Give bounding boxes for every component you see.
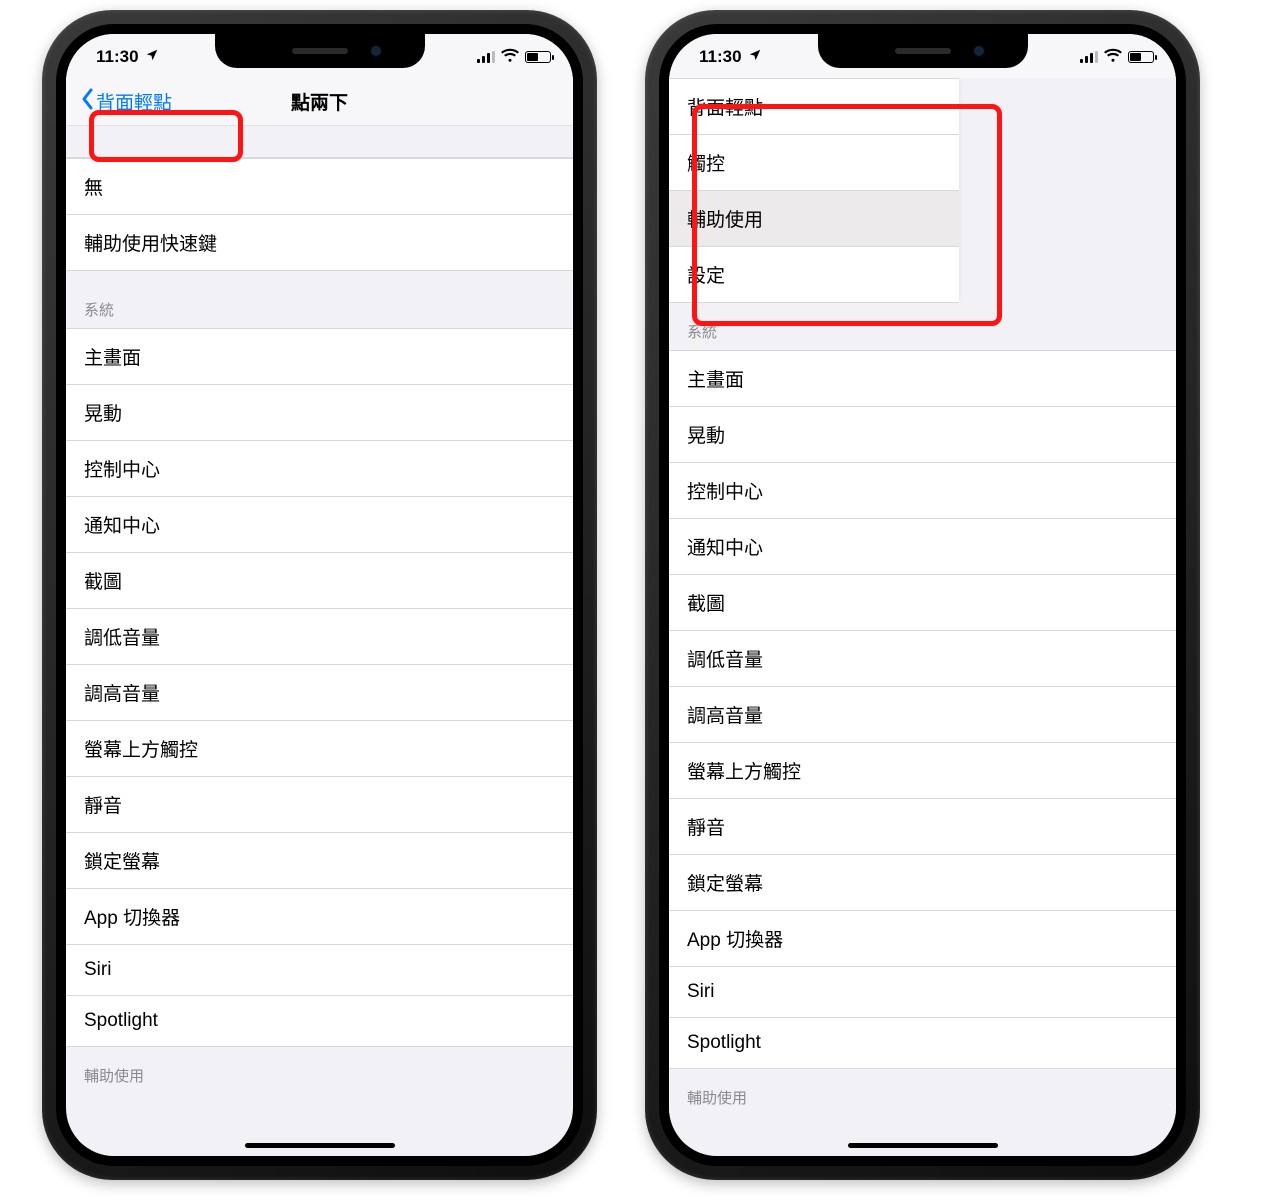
options-group-accessibility: 輔助使用 <box>669 1069 1176 1116</box>
wifi-icon <box>1104 47 1122 67</box>
list-item[interactable]: Siri <box>669 967 1176 1018</box>
list-item[interactable]: App 切換器 <box>66 889 573 945</box>
battery-icon <box>1128 51 1154 63</box>
list-item[interactable]: 靜音 <box>669 799 1176 855</box>
list-item[interactable]: 鎖定螢幕 <box>66 833 573 889</box>
group-header-system: 系統 <box>669 303 1176 350</box>
group-header-accessibility: 輔助使用 <box>669 1069 1176 1116</box>
notch <box>818 34 1028 68</box>
settings-content: 無輔助使用快速鍵 系統 主畫面晃動控制中心通知中心截圖調低音量調高音量螢幕上方觸… <box>66 126 573 1156</box>
phone-screen: 11:30 <box>66 34 573 1156</box>
notch <box>215 34 425 68</box>
nav-bar: 背面輕點 點兩下 <box>66 78 573 126</box>
chevron-left-icon <box>80 88 94 116</box>
speaker-grille <box>895 48 951 54</box>
list-item[interactable]: 背面輕點 <box>669 78 959 135</box>
list-item[interactable]: Spotlight <box>669 1018 1176 1069</box>
list-item[interactable]: 輔助使用 <box>669 191 959 247</box>
battery-icon <box>525 51 551 63</box>
cellular-signal-icon <box>1080 51 1098 63</box>
list-item[interactable]: 調高音量 <box>669 687 1176 743</box>
list-item[interactable]: 調低音量 <box>66 609 573 665</box>
phone-screen: 11:30 <box>669 34 1176 1156</box>
spacer <box>66 126 573 158</box>
speaker-grille <box>292 48 348 54</box>
list-item[interactable]: App 切換器 <box>669 911 1176 967</box>
list-item[interactable]: 控制中心 <box>66 441 573 497</box>
list-item[interactable]: 調低音量 <box>669 631 1176 687</box>
list-item[interactable]: 晃動 <box>669 407 1176 463</box>
home-indicator[interactable] <box>245 1143 395 1148</box>
list-item[interactable]: 通知中心 <box>669 519 1176 575</box>
list-item[interactable]: 鎖定螢幕 <box>669 855 1176 911</box>
phone-frame-left: 11:30 <box>42 10 597 1180</box>
list-item[interactable]: 螢幕上方觸控 <box>669 743 1176 799</box>
list-item[interactable]: 觸控 <box>669 135 959 191</box>
front-camera <box>974 46 984 56</box>
options-group-system: 系統 主畫面晃動控制中心通知中心截圖調低音量調高音量螢幕上方觸控靜音鎖定螢幕Ap… <box>669 303 1176 1069</box>
back-button[interactable]: 背面輕點 <box>76 86 176 118</box>
list-item[interactable]: 輔助使用快速鍵 <box>66 215 573 271</box>
options-group-none: 無輔助使用快速鍵 <box>66 158 573 271</box>
list-item[interactable]: 截圖 <box>66 553 573 609</box>
cellular-signal-icon <box>477 51 495 63</box>
list-item[interactable]: Siri <box>66 945 573 996</box>
phone-frame-right: 11:30 <box>645 10 1200 1180</box>
list-item[interactable]: 設定 <box>669 247 959 303</box>
list-item[interactable]: 截圖 <box>669 575 1176 631</box>
home-indicator[interactable] <box>848 1143 998 1148</box>
front-camera <box>371 46 381 56</box>
wifi-icon <box>501 47 519 67</box>
group-header-system: 系統 <box>66 271 573 328</box>
list-item[interactable]: 控制中心 <box>669 463 1176 519</box>
options-group-system: 系統 主畫面晃動控制中心通知中心截圖調低音量調高音量螢幕上方觸控靜音鎖定螢幕Ap… <box>66 271 573 1047</box>
list-item[interactable]: 靜音 <box>66 777 573 833</box>
settings-content: 背面輕點觸控輔助使用設定 系統 主畫面晃動控制中心通知中心截圖調低音量調高音量螢… <box>669 78 1176 1156</box>
location-arrow-icon <box>145 47 159 67</box>
list-item[interactable]: 主畫面 <box>66 328 573 385</box>
list-item[interactable]: Spotlight <box>66 996 573 1047</box>
phone-bezel: 11:30 <box>56 24 583 1166</box>
group1-cells: 無輔助使用快速鍵 <box>66 158 573 271</box>
status-time: 11:30 <box>96 47 139 67</box>
list-item[interactable]: 通知中心 <box>66 497 573 553</box>
back-label: 背面輕點 <box>96 88 172 115</box>
phone-bezel: 11:30 <box>659 24 1186 1166</box>
list-item[interactable]: 調高音量 <box>66 665 573 721</box>
list-item[interactable]: 螢幕上方觸控 <box>66 721 573 777</box>
group-header-accessibility: 輔助使用 <box>66 1047 573 1094</box>
group2-cells: 主畫面晃動控制中心通知中心截圖調低音量調高音量螢幕上方觸控靜音鎖定螢幕App 切… <box>66 328 573 1047</box>
options-group-accessibility: 輔助使用 <box>66 1047 573 1094</box>
list-item[interactable]: 晃動 <box>66 385 573 441</box>
list-item[interactable]: 主畫面 <box>669 350 1176 407</box>
breadcrumb-panel: 背面輕點觸控輔助使用設定 <box>669 78 959 303</box>
location-arrow-icon <box>748 47 762 67</box>
list-item[interactable]: 無 <box>66 158 573 215</box>
status-time: 11:30 <box>699 47 742 67</box>
group2-cells: 主畫面晃動控制中心通知中心截圖調低音量調高音量螢幕上方觸控靜音鎖定螢幕App 切… <box>669 350 1176 1069</box>
